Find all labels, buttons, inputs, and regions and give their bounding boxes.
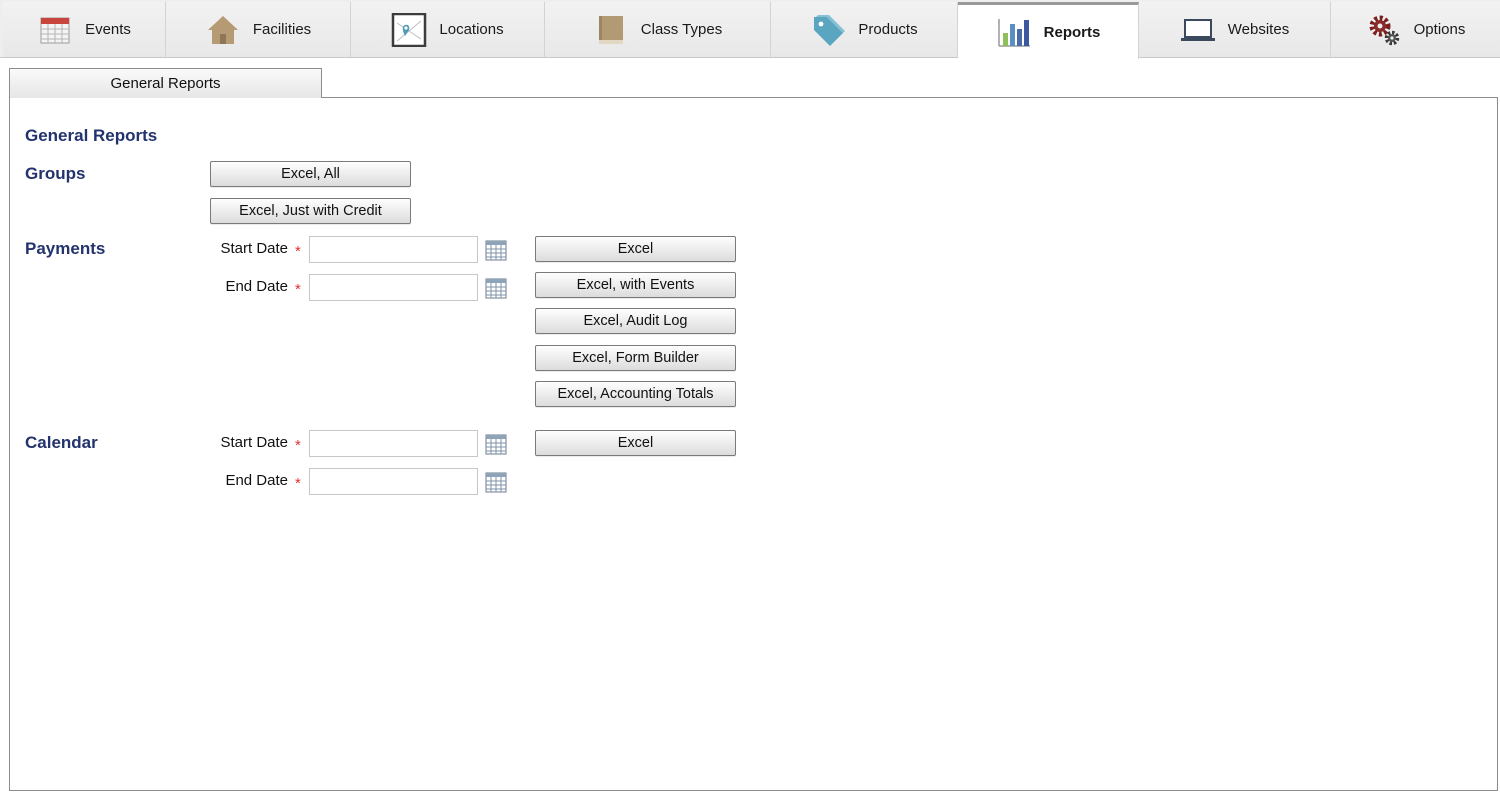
payments-start-date-input[interactable]: [309, 236, 478, 263]
calendar-heading: Calendar: [25, 433, 98, 452]
required-mark: *: [295, 281, 301, 298]
tab-events-label: Events: [85, 21, 131, 38]
payments-excel-events-button[interactable]: Excel, with Events: [535, 272, 736, 298]
payments-excel-accounting-totals-button[interactable]: Excel, Accounting Totals: [535, 381, 736, 407]
tab-products-label: Products: [858, 21, 918, 38]
tab-facilities[interactable]: Facilities: [166, 2, 351, 57]
calendar-picker-icon[interactable]: [485, 277, 507, 299]
map-pin-icon: [391, 12, 427, 47]
calendar-end-date-input[interactable]: [309, 468, 478, 495]
payments-heading: Payments: [25, 239, 106, 258]
bar-chart-icon: [996, 15, 1032, 49]
tab-class-types[interactable]: Class Types: [545, 2, 771, 57]
page-title: General Reports: [25, 126, 158, 145]
top-navigation: Events Facilities Locations Class Types …: [0, 0, 1500, 59]
calendar-excel-button[interactable]: Excel: [535, 430, 736, 456]
tag-icon: [810, 13, 846, 47]
groups-excel-credit-button[interactable]: Excel, Just with Credit: [210, 198, 411, 224]
payments-excel-audit-log-button[interactable]: Excel, Audit Log: [535, 308, 736, 334]
tab-options-label: Options: [1413, 21, 1466, 38]
calendar-end-date-label: End Date: [225, 472, 288, 489]
tab-class-types-label: Class Types: [640, 21, 723, 38]
tab-reports-label: Reports: [1043, 23, 1101, 41]
laptop-icon: [1180, 13, 1216, 47]
payments-end-date-input[interactable]: [309, 274, 478, 301]
calendar-picker-icon[interactable]: [485, 471, 507, 493]
tab-websites-label: Websites: [1227, 21, 1290, 38]
calendar-icon: [37, 13, 73, 47]
calendar-picker-icon[interactable]: [485, 433, 507, 455]
groups-heading: Groups: [25, 164, 86, 183]
tab-locations-label: Locations: [439, 21, 504, 38]
payments-start-date-label: Start Date: [220, 240, 288, 257]
tab-events[interactable]: Events: [3, 2, 166, 57]
tab-options[interactable]: Options: [1331, 2, 1500, 57]
required-mark: *: [295, 437, 301, 454]
tab-websites[interactable]: Websites: [1139, 2, 1331, 57]
book-icon: [593, 13, 629, 47]
tab-products[interactable]: Products: [771, 2, 958, 57]
subtab-general-reports[interactable]: General Reports: [9, 68, 322, 98]
calendar-start-date-label: Start Date: [220, 434, 288, 451]
calendar-start-date-input[interactable]: [309, 430, 478, 457]
tab-locations[interactable]: Locations: [351, 2, 545, 57]
groups-excel-all-button[interactable]: Excel, All: [210, 161, 411, 187]
calendar-picker-icon[interactable]: [485, 239, 507, 261]
tab-reports[interactable]: Reports: [958, 2, 1139, 59]
house-icon: [205, 13, 241, 47]
tab-facilities-label: Facilities: [252, 21, 312, 38]
required-mark: *: [295, 243, 301, 260]
payments-end-date-label: End Date: [225, 278, 288, 295]
payments-excel-form-builder-button[interactable]: Excel, Form Builder: [535, 345, 736, 371]
gears-icon: [1366, 13, 1402, 47]
payments-excel-button[interactable]: Excel: [535, 236, 736, 262]
required-mark: *: [295, 475, 301, 492]
